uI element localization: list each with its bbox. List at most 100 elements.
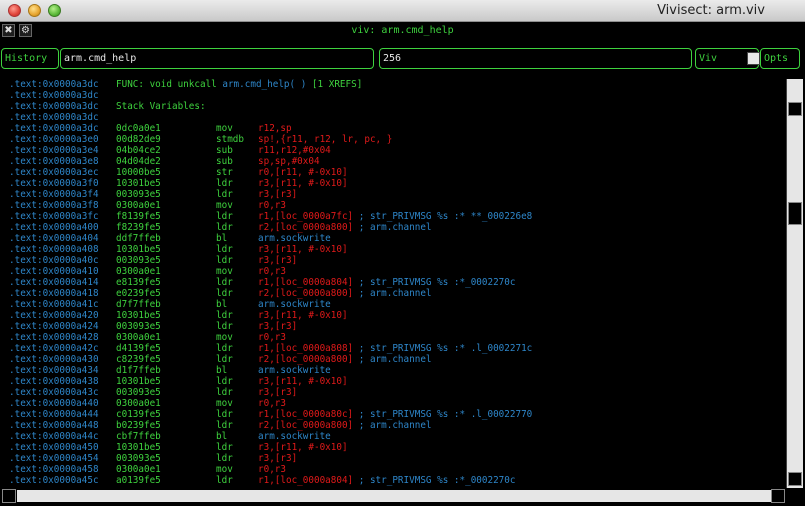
mnemonic: ldr [216, 376, 233, 387]
opcode-bytes: 04d04de2 [116, 156, 161, 167]
operand-text: r1,[loc_0000a804] [258, 475, 354, 486]
operands: r0,r3 [258, 464, 286, 475]
header-label: Stack Variables: [116, 101, 206, 112]
history-button[interactable]: History [1, 48, 59, 69]
scroll-left-button[interactable] [2, 489, 16, 503]
address: .text:0x0000a428 [9, 332, 99, 343]
address: .text:0x0000a420 [9, 310, 99, 321]
operand-text: r0,r3 [258, 332, 286, 343]
opcode-bytes: 0300a0e1 [116, 266, 161, 277]
vivisect-workspace: ✖ ⚙ viv: arm.cmd_help History arm.cmd_he… [0, 22, 805, 506]
operand-text: r3,[r3] [258, 189, 298, 200]
mnemonic: bl [216, 233, 228, 244]
horizontal-scroll-track[interactable] [17, 490, 785, 502]
operand-text: r3,[r11, #-0x10] [258, 376, 348, 387]
opcode-bytes: f8239fe5 [116, 222, 161, 233]
expression-input[interactable]: arm.cmd_help [60, 48, 374, 69]
window-close-button[interactable] [8, 4, 21, 17]
opcode-bytes: 10301be5 [116, 244, 161, 255]
address: .text:0x0000a408 [9, 244, 99, 255]
scroll-down-button[interactable] [788, 472, 802, 486]
operand-text: r3,[r11, #-0x10] [258, 244, 348, 255]
size-input[interactable]: 256 [379, 48, 692, 69]
operands: r12,sp [258, 123, 292, 134]
mnemonic: ldr [216, 442, 233, 453]
address: .text:0x0000a44c [9, 431, 99, 442]
operands: r3,[r3] [258, 255, 297, 266]
address: .text:0x0000a3f8 [9, 200, 99, 211]
operands: r2,[loc_0000a800] ; arm.channel [258, 420, 432, 431]
opcode-bytes: 04b04ce2 [116, 145, 161, 156]
address: .text:0x0000a400 [9, 222, 99, 233]
address: .text:0x0000a43c [9, 387, 99, 398]
operand-text: arm.sockwrite [258, 431, 331, 442]
operands: r3,[r3] [258, 387, 297, 398]
address: .text:0x0000a450 [9, 442, 99, 453]
navigation-toolbar: History arm.cmd_help 256 Viv Opts [0, 48, 805, 70]
operands: r1,[loc_0000a804] ; str_PRIVMSG %s :*_00… [258, 277, 515, 288]
address: .text:0x0000a444 [9, 409, 99, 420]
operand-text: r0,r3 [258, 464, 286, 475]
opcode-bytes: 003093e5 [116, 189, 161, 200]
operands: r2,[loc_0000a800] ; arm.channel [258, 354, 432, 365]
operands: r0,r3 [258, 200, 286, 211]
operand-text: r1,[loc_0000a80c] [258, 409, 354, 420]
scroll-right-button[interactable] [771, 489, 785, 503]
operands: r11,r12,#0x04 [258, 145, 331, 156]
operands: r2,[loc_0000a800] ; arm.channel [258, 222, 432, 233]
operand-text: r3,[r3] [258, 387, 298, 398]
opcode-bytes: 0300a0e1 [116, 464, 161, 475]
operand-text: r0,r3 [258, 200, 286, 211]
operands: r3,[r11, #-0x10] [258, 310, 348, 321]
scroll-up-button[interactable] [788, 102, 802, 116]
disassembly-listing[interactable]: .text:0x0000a3dc FUNC: void unkcall arm.c… [9, 79, 783, 487]
operands: r3,[r3] [258, 189, 297, 200]
mnemonic: bl [216, 431, 228, 442]
operand-text: arm.sockwrite [258, 365, 331, 376]
operands: r1,[loc_0000a804] ; str_PRIVMSG %s :*_00… [258, 475, 515, 486]
mnemonic: mov [216, 266, 233, 277]
viv-checkbox[interactable] [747, 52, 760, 65]
operands: r3,[r11, #-0x10] [258, 244, 348, 255]
operands: r2,[loc_0000a800] ; arm.channel [258, 288, 432, 299]
scroll-thumb[interactable] [788, 202, 802, 225]
comment: ; arm.channel [353, 354, 432, 365]
mnemonic: mov [216, 464, 233, 475]
address: .text:0x0000a454 [9, 453, 99, 464]
address: .text:0x0000a42c [9, 343, 99, 354]
mnemonic: ldr [216, 244, 233, 255]
address: .text:0x0000a3f0 [9, 178, 99, 189]
opcode-bytes: 10301be5 [116, 178, 161, 189]
window-zoom-button[interactable] [48, 4, 61, 17]
operands: r0,[r11, #-0x10] [258, 167, 348, 178]
mnemonic: ldr [216, 255, 233, 266]
operands: r3,[r3] [258, 321, 297, 332]
address: .text:0x0000a40c [9, 255, 99, 266]
comment: ; arm.channel [353, 222, 432, 233]
header-text: Stack Variables: [116, 101, 206, 112]
opcode-bytes: 003093e5 [116, 321, 161, 332]
comment: ; str_PRIVMSG %s :*_0002270c [353, 277, 516, 288]
opcode-bytes: 0300a0e1 [116, 200, 161, 211]
operand-text: sp,sp,#0x04 [258, 156, 320, 167]
mnemonic: stmdb [216, 134, 244, 145]
opcode-bytes: 10301be5 [116, 376, 161, 387]
opts-button[interactable]: Opts [760, 48, 800, 69]
operands: arm.sockwrite [258, 365, 331, 376]
horizontal-scrollbar[interactable] [0, 488, 805, 504]
operand-text: r12,sp [258, 123, 292, 134]
address: .text:0x0000a3f4 [9, 189, 99, 200]
operand-text: r11,r12,#0x04 [258, 145, 331, 156]
operand-text: r3,[r11, #-0x10] [258, 442, 348, 453]
mnemonic: ldr [216, 178, 233, 189]
window-minimize-button[interactable] [28, 4, 41, 17]
vertical-scrollbar[interactable] [786, 79, 803, 489]
operands: r0,r3 [258, 332, 286, 343]
opcode-bytes: c8239fe5 [116, 354, 161, 365]
header-label: FUNC: void unkcall [116, 79, 223, 90]
opcode-bytes: 10000be5 [116, 167, 161, 178]
address: .text:0x0000a430 [9, 354, 99, 365]
operands: r0,r3 [258, 266, 286, 277]
opcode-bytes: b0239fe5 [116, 420, 161, 431]
operand-text: r0,[r11, #-0x10] [258, 167, 348, 178]
